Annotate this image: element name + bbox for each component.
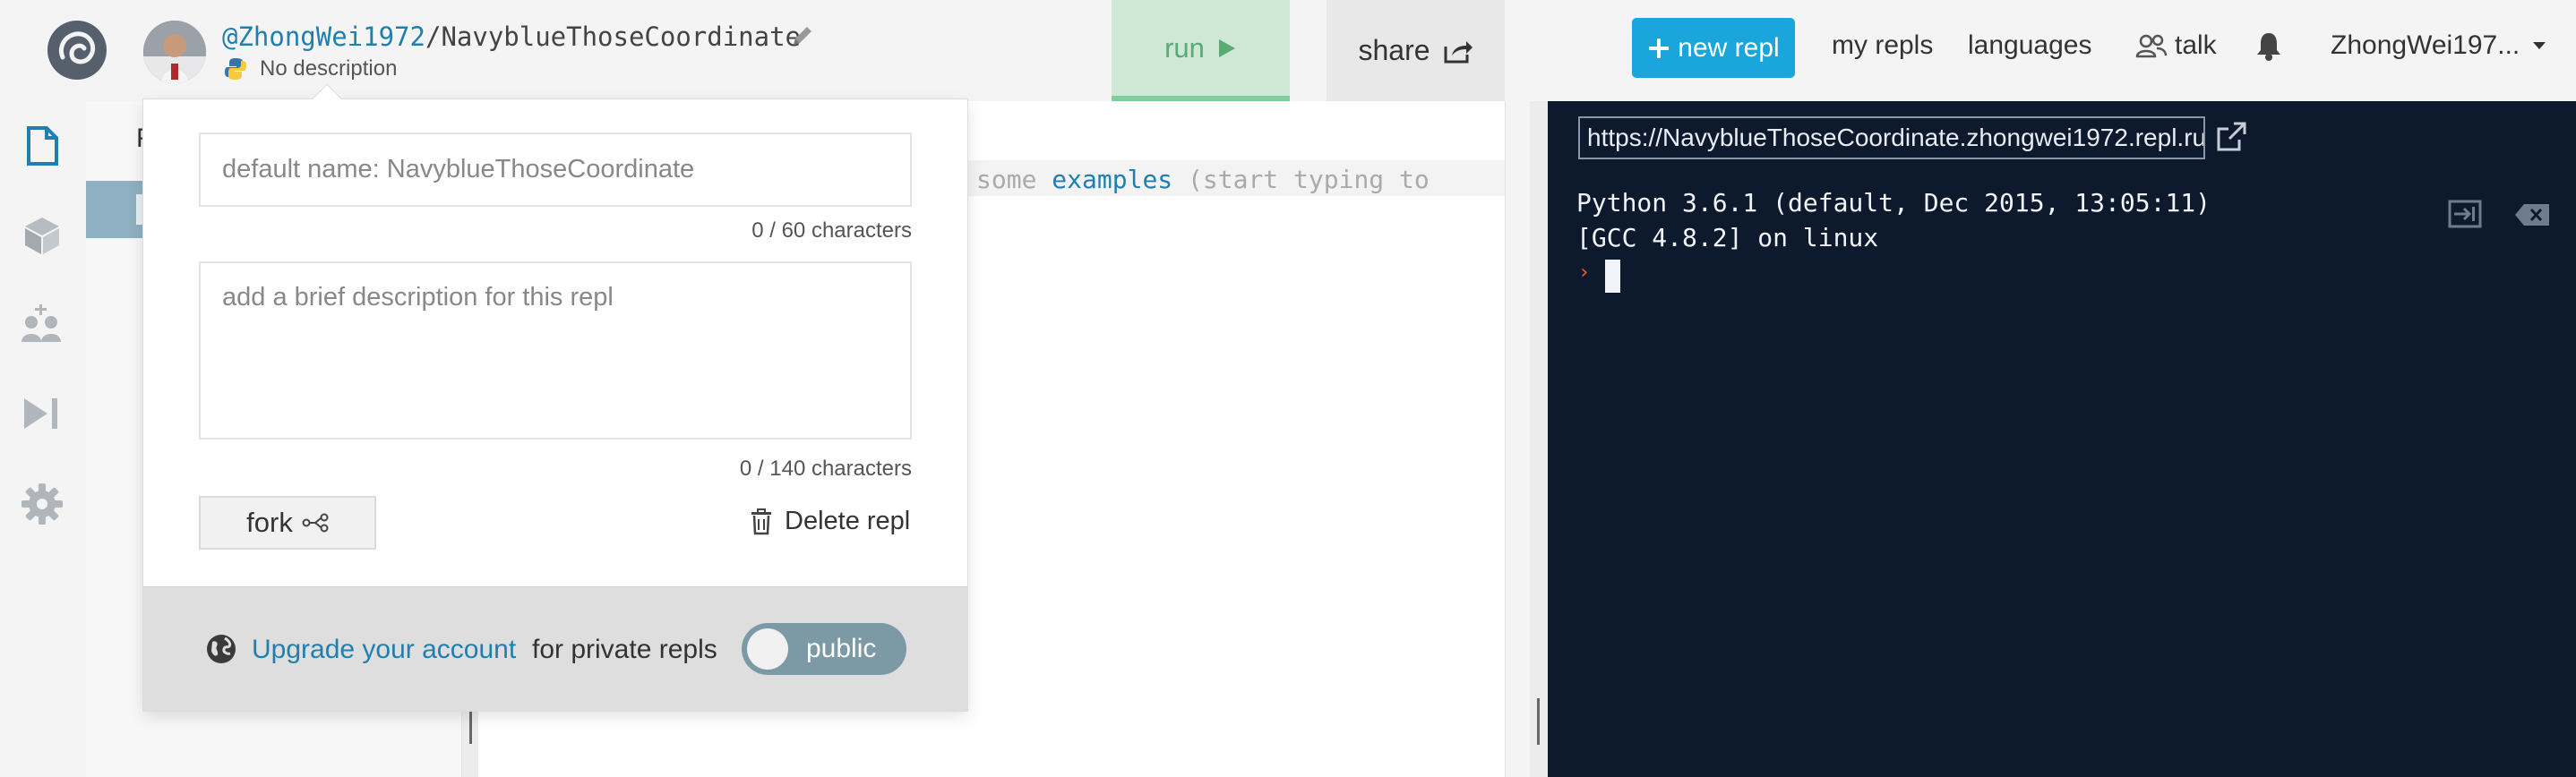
- hint-text-rest: (start typing to: [1172, 165, 1430, 194]
- private-repls-text: for private repls: [532, 635, 717, 664]
- visibility-label: public: [806, 634, 877, 663]
- repl-title[interactable]: @ZhongWei1972/NavyblueThoseCoordinate: [222, 21, 801, 52]
- console-resize-handle[interactable]: [1530, 101, 1548, 777]
- resize-grip[interactable]: [469, 712, 472, 744]
- fork-icon: [302, 513, 329, 533]
- trash-icon: [751, 508, 772, 535]
- examples-link[interactable]: examples: [1052, 165, 1172, 194]
- replit-logo-icon[interactable]: [45, 18, 109, 82]
- run-label: run: [1164, 31, 1205, 64]
- repl-name[interactable]: NavyblueThoseCoordinate: [441, 21, 801, 52]
- my-repls-link[interactable]: my repls: [1832, 30, 1933, 61]
- new-repl-button[interactable]: new repl: [1632, 18, 1795, 78]
- fork-button[interactable]: fork: [199, 496, 376, 550]
- username: ZhongWei197...: [2331, 30, 2520, 60]
- resize-grip[interactable]: [1537, 698, 1540, 745]
- delete-repl-button[interactable]: Delete repl: [751, 507, 910, 536]
- repl-url-field[interactable]: https://NavyblueThoseCoordinate.zhongwei…: [1578, 116, 2205, 159]
- upgrade-account-link[interactable]: Upgrade your account: [252, 635, 516, 665]
- clear-console-icon[interactable]: [2513, 202, 2551, 227]
- talk-icon: [2135, 32, 2168, 59]
- console-prompt: ›: [1578, 261, 1591, 284]
- repl-name-input[interactable]: [199, 132, 912, 207]
- delete-label: Delete repl: [785, 507, 911, 535]
- globe-icon: [205, 633, 237, 665]
- console-input-icon[interactable]: [2447, 199, 2483, 229]
- debugger-icon[interactable]: [20, 391, 64, 436]
- user-menu[interactable]: ZhongWei197...: [2331, 30, 2546, 61]
- pencil-icon[interactable]: [790, 23, 815, 48]
- share-button[interactable]: share: [1327, 0, 1505, 101]
- talk-label: talk: [2175, 30, 2217, 60]
- path-separator: /: [425, 21, 442, 52]
- settings-icon[interactable]: [20, 482, 64, 526]
- talk-link[interactable]: talk: [2135, 30, 2217, 61]
- python-icon: [223, 56, 248, 81]
- repl-description[interactable]: No description: [260, 56, 397, 81]
- package-icon[interactable]: [20, 213, 64, 258]
- open-tab-icon[interactable]: [2214, 120, 2248, 154]
- chevron-down-icon: [2532, 41, 2546, 50]
- new-repl-label: new repl: [1678, 32, 1780, 63]
- avatar[interactable]: [143, 21, 206, 83]
- multiplayer-icon[interactable]: [20, 303, 64, 347]
- editor-placeholder: some examples (start typing to: [976, 165, 1430, 194]
- console-output: Python 3.6.1 (default, Dec 2015, 13:05:1…: [1576, 188, 2211, 252]
- name-char-count: 0 / 60 characters: [751, 218, 912, 243]
- bell-icon[interactable]: [2255, 30, 2282, 61]
- share-label: share: [1358, 34, 1430, 66]
- sidebar: [0, 101, 86, 777]
- owner-link[interactable]: @ZhongWei1972: [222, 21, 425, 52]
- editor-scrollbar[interactable]: [1505, 101, 1530, 777]
- repl-description-input[interactable]: [199, 261, 912, 440]
- languages-link[interactable]: languages: [1968, 30, 2091, 61]
- toggle-knob[interactable]: [747, 628, 788, 670]
- file-icon[interactable]: [20, 124, 64, 168]
- console-cursor: [1605, 260, 1620, 293]
- share-icon: [1443, 38, 1473, 64]
- description-char-count: 0 / 140 characters: [739, 457, 912, 481]
- play-icon: [1217, 38, 1237, 59]
- hint-text: some: [976, 165, 1052, 194]
- run-button[interactable]: run: [1112, 0, 1290, 101]
- plus-icon: [1647, 37, 1670, 60]
- fork-label: fork: [246, 507, 293, 538]
